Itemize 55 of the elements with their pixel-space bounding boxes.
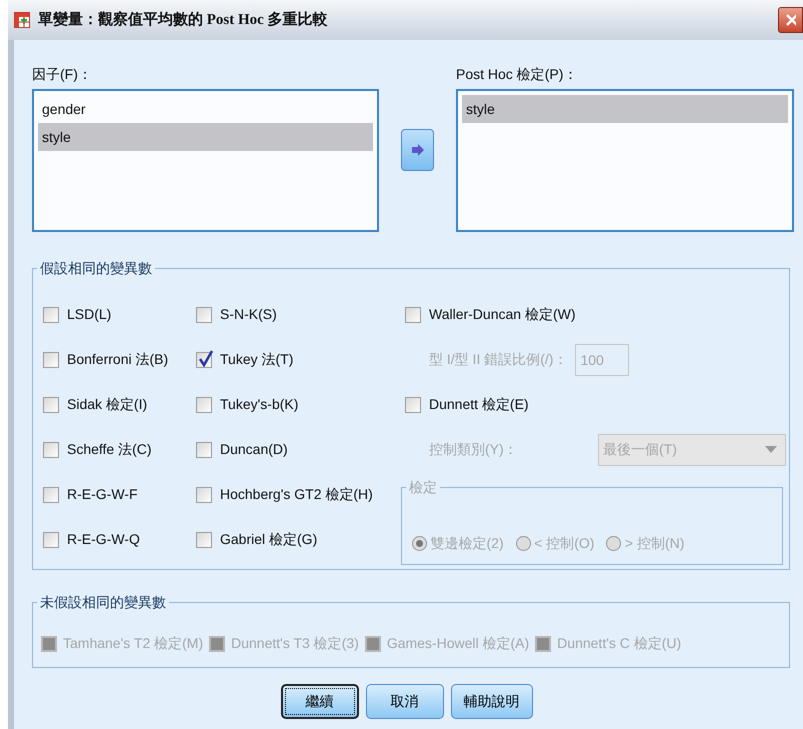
checkbox[interactable]	[196, 486, 212, 502]
checkbox-label[interactable]: Bonferroni 法(B)	[67, 349, 168, 370]
checkbox-label[interactable]: S-N-K(S)	[220, 304, 277, 325]
list-item[interactable]: gender	[38, 94, 373, 122]
list-label: 因子(F)：	[32, 65, 93, 84]
checkbox[interactable]	[43, 352, 59, 368]
checkbox-label[interactable]: Gabriel 檢定(G)	[220, 529, 318, 550]
checkbox-label[interactable]: Sidak 檢定(I)	[67, 394, 148, 415]
checkbox-label[interactable]: R-E-G-W-F	[67, 484, 138, 505]
checkbox[interactable]	[196, 396, 212, 412]
checkbox-label: Tamhane's T2 檢定(M)	[63, 634, 204, 653]
caret-icon	[765, 446, 777, 453]
radio-label: < 控制(O)	[534, 534, 594, 553]
group-title: 假設相同的變異數	[37, 258, 155, 276]
checkbox-label[interactable]: Waller-Duncan 檢定(W)	[429, 304, 576, 325]
checkbox-label: Dunnett's T3 檢定(3)	[231, 634, 359, 653]
checkbox[interactable]	[196, 532, 212, 548]
checkbox[interactable]	[43, 442, 59, 458]
checkbox[interactable]	[405, 396, 421, 412]
arrow-icon	[410, 143, 424, 157]
table-icon	[14, 12, 30, 28]
checkbox-label[interactable]: Tukey's-b(K)	[220, 394, 298, 415]
list-item[interactable]: style	[462, 94, 788, 122]
checkbox[interactable]	[43, 396, 59, 412]
group-title: 檢定	[406, 478, 440, 496]
radio-label: > 控制(N)	[624, 534, 684, 553]
list-item[interactable]: style	[38, 122, 373, 150]
checkbox[interactable]	[405, 306, 421, 322]
dialog-button[interactable]: 輔助說明	[450, 684, 532, 718]
group-title: 未假設相同的變異數	[37, 592, 169, 610]
field-label: 控制類別(Y)：	[429, 440, 519, 459]
checkbox[interactable]	[196, 442, 212, 458]
close-icon	[785, 13, 796, 27]
checkbox-label[interactable]: R-E-G-W-Q	[67, 529, 140, 550]
checkbox[interactable]	[196, 306, 212, 322]
checkbox[interactable]	[196, 352, 212, 368]
checkbox-label: Games-Howell 檢定(A)	[386, 634, 530, 653]
checkbox-label[interactable]: Hochberg's GT2 檢定(H)	[220, 484, 373, 505]
list-label: Post Hoc 檢定(P)：	[456, 65, 578, 84]
radio-label: 雙邊檢定(2)	[430, 534, 504, 553]
window-title: 單變量：觀察值平均數的 Post Hoc 多重比較	[38, 10, 328, 30]
move-button[interactable]	[401, 129, 434, 171]
checkbox[interactable]	[43, 486, 59, 502]
checkbox-label[interactable]: Scheffe 法(C)	[67, 439, 152, 460]
dialog-button[interactable]: 取消	[366, 684, 444, 718]
checkbox[interactable]	[43, 532, 59, 548]
dialog-button[interactable]: 繼續	[280, 684, 358, 718]
field-label: 型 I/型 II 錯誤比例(/)：	[429, 350, 568, 369]
checkbox-label[interactable]: Duncan(D)	[220, 439, 288, 460]
checkbox-label[interactable]: LSD(L)	[67, 304, 112, 325]
checkbox-label: Dunnett's C 檢定(U)	[557, 634, 682, 653]
close-button[interactable]	[778, 7, 803, 33]
checkbox-label[interactable]: Tukey 法(T)	[220, 349, 294, 370]
checkbox-label[interactable]: Dunnett 檢定(E)	[429, 394, 529, 415]
checkbox[interactable]	[43, 306, 59, 322]
